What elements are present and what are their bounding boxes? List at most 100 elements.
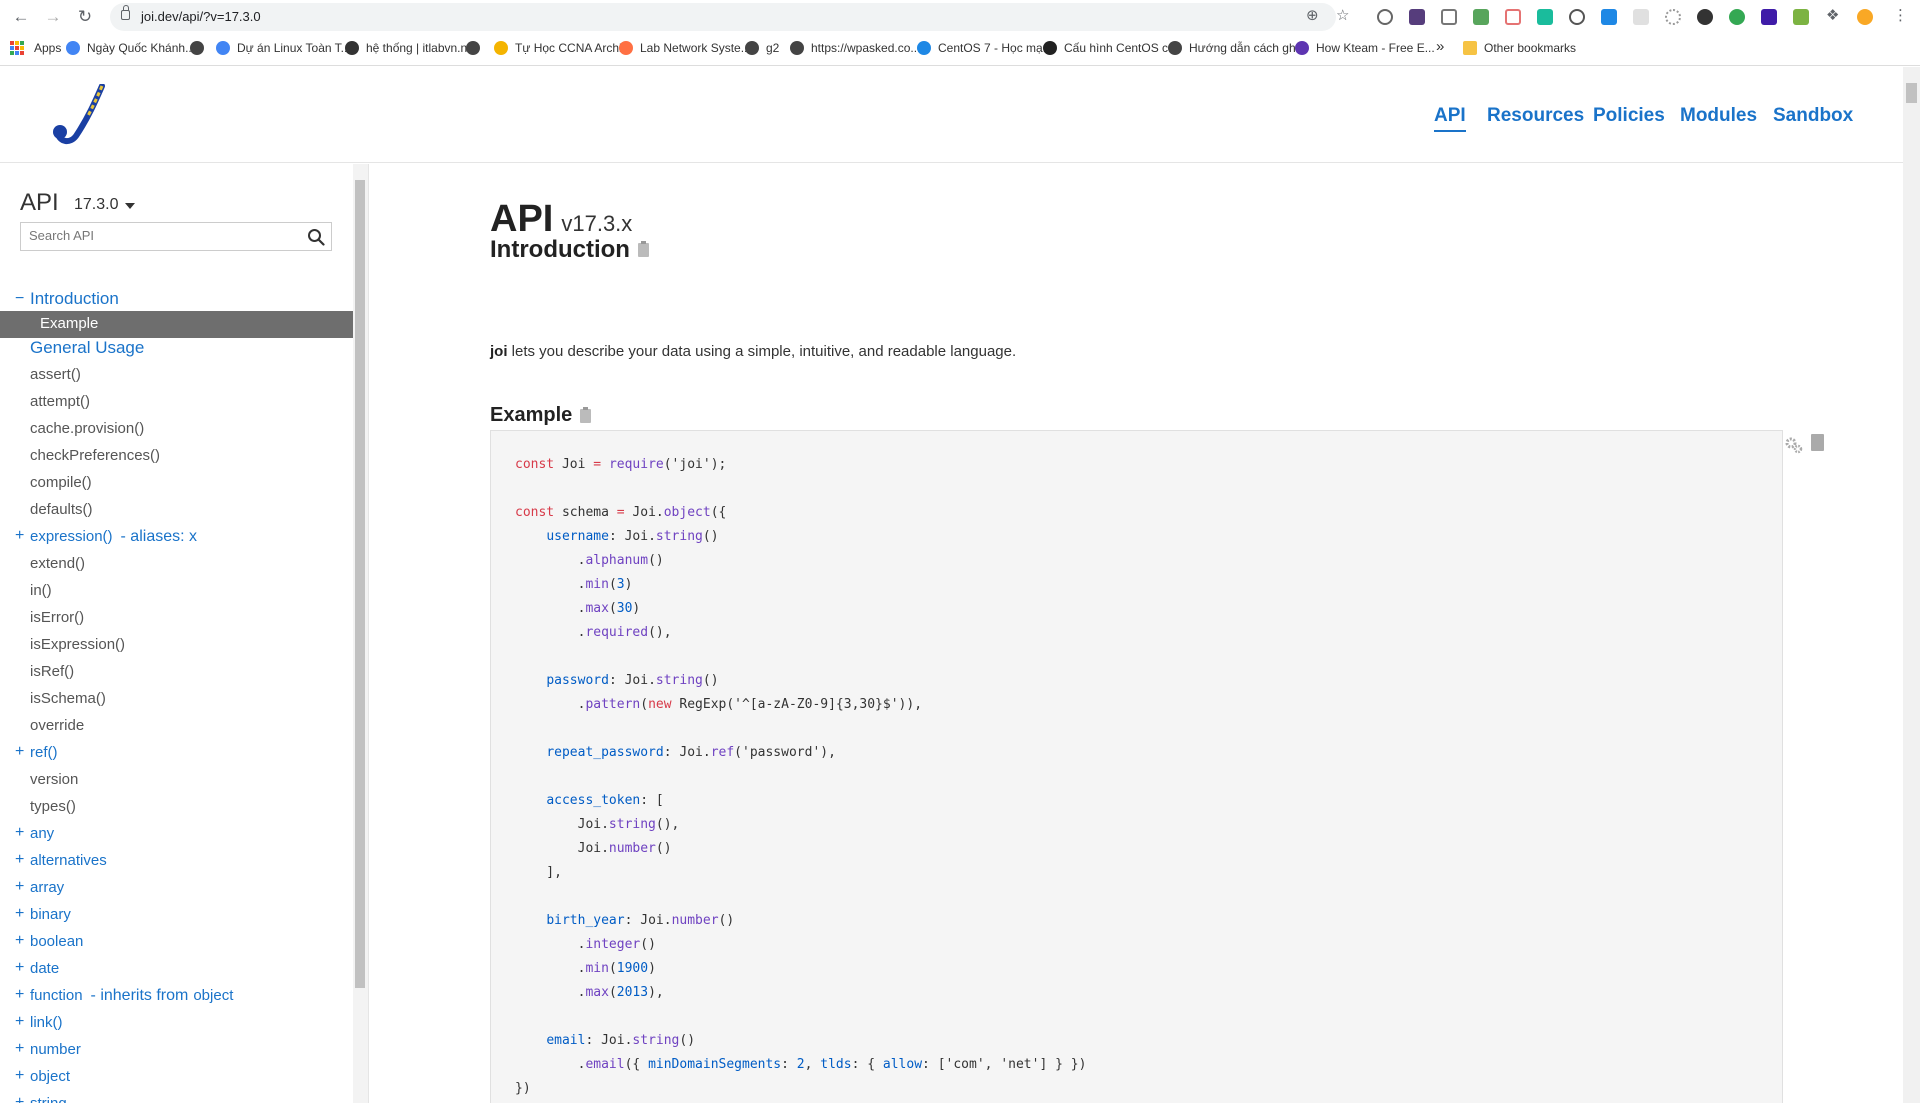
toc-item[interactable]: override	[0, 713, 353, 740]
extension-bootstrap-icon[interactable]	[1409, 9, 1425, 25]
extension-green-icon[interactable]	[1473, 9, 1489, 25]
toc-marker[interactable]: −	[15, 290, 24, 308]
extension-grid-icon[interactable]	[1441, 9, 1457, 25]
toc-item[interactable]: isExpression()	[0, 632, 353, 659]
copy-icon[interactable]	[1811, 434, 1824, 451]
address-bar[interactable]	[110, 3, 1336, 31]
other-bookmarks[interactable]: Other bookmarks	[1463, 41, 1576, 55]
extension-circle-icon[interactable]	[1569, 9, 1585, 25]
toc-item[interactable]: + date	[0, 956, 353, 983]
nav-link-resources[interactable]: Resources	[1487, 105, 1584, 127]
extension-bw-icon[interactable]	[1793, 9, 1809, 25]
toc-item[interactable]: + link()	[0, 1010, 353, 1037]
toc-item[interactable]: isSchema()	[0, 686, 353, 713]
nav-link-sandbox[interactable]: Sandbox	[1773, 105, 1853, 127]
nav-link-api[interactable]: API	[1434, 105, 1466, 132]
bookmark-item[interactable]: Hướng dẫn cách gh...	[1168, 41, 1306, 55]
forward-icon[interactable]: →	[42, 6, 64, 28]
bookmark-item[interactable]	[466, 41, 487, 55]
extension-cap-icon[interactable]	[1761, 9, 1777, 25]
toc-item[interactable]: + object	[0, 1064, 353, 1091]
toc-item[interactable]: cache.provision()	[0, 416, 353, 443]
toc-marker[interactable]: +	[15, 743, 24, 761]
extension-dots-icon[interactable]	[1665, 9, 1681, 25]
menu-kebab-icon[interactable]: ⋮	[1893, 8, 1908, 24]
toc-marker[interactable]: +	[15, 932, 24, 950]
toc-item[interactable]: in()	[0, 578, 353, 605]
toc-marker[interactable]: +	[15, 905, 24, 923]
extension-calendar-icon[interactable]	[1505, 9, 1521, 25]
bookmark-item[interactable]: g2	[745, 41, 779, 55]
toc-marker[interactable]: +	[15, 851, 24, 869]
bookmark-item[interactable]	[190, 41, 211, 55]
bookmark-item[interactable]: Apps	[10, 41, 61, 55]
version-select[interactable]: 17.3.0	[74, 196, 118, 214]
bookmark-item[interactable]: Dự án Linux Toàn T...	[216, 41, 351, 55]
toc-item[interactable]: General Usage	[0, 336, 353, 363]
toc-marker[interactable]: +	[15, 1040, 24, 1058]
toc-marker[interactable]: +	[15, 959, 24, 977]
toc-item[interactable]: + array	[0, 875, 353, 902]
page-scrollbar[interactable]	[1903, 67, 1920, 1103]
search-icon[interactable]	[307, 228, 325, 246]
extension-drop-icon[interactable]	[1601, 9, 1617, 25]
chevron-down-icon[interactable]	[125, 203, 135, 209]
back-icon[interactable]: ←	[10, 6, 32, 28]
toc-item[interactable]: isError()	[0, 605, 353, 632]
toc-item[interactable]: types()	[0, 794, 353, 821]
toc-item[interactable]: − Introduction	[0, 287, 353, 314]
toc-item[interactable]: Example	[0, 311, 353, 338]
clipboard-icon[interactable]	[637, 241, 649, 257]
settings-gear-icon[interactable]	[1783, 434, 1805, 456]
toc-item[interactable]: + any	[0, 821, 353, 848]
extension-moon-icon[interactable]	[1697, 9, 1713, 25]
extension-light-icon[interactable]	[1633, 9, 1649, 25]
toc-marker[interactable]: +	[15, 986, 24, 1004]
reload-icon[interactable]: ↻	[74, 6, 96, 28]
bookmark-item[interactable]: Tự Học CCNA Archi...	[494, 41, 632, 55]
toc-item[interactable]: + alternatives	[0, 848, 353, 875]
bookmark-item[interactable]: Lab Network Syste...	[619, 41, 751, 55]
more-bookmarks-button[interactable]: »	[1436, 38, 1444, 55]
toc-item[interactable]: + function - inherits from object	[0, 983, 353, 1010]
profile-avatar[interactable]	[1857, 9, 1873, 25]
clipboard-icon[interactable]	[580, 406, 592, 423]
toc-item[interactable]: + boolean	[0, 929, 353, 956]
toc-item[interactable]: + string	[0, 1091, 353, 1103]
nav-link-policies[interactable]: Policies	[1593, 105, 1665, 127]
extension-globe-icon[interactable]	[1377, 9, 1393, 25]
toc-item[interactable]: extend()	[0, 551, 353, 578]
nav-link-modules[interactable]: Modules	[1680, 105, 1757, 127]
sidebar-scrollbar-thumb[interactable]	[355, 180, 365, 988]
bookmark-item[interactable]: https://wpasked.co...	[790, 41, 920, 55]
toc-marker[interactable]: +	[15, 824, 24, 842]
toc-item[interactable]: + ref()	[0, 740, 353, 767]
bookmark-star-icon[interactable]: ☆	[1336, 8, 1349, 24]
toc-marker[interactable]: +	[15, 1094, 24, 1103]
toc-marker[interactable]: +	[15, 1013, 24, 1031]
toc-item[interactable]: isRef()	[0, 659, 353, 686]
toc-item[interactable]: assert()	[0, 362, 353, 389]
bookmark-item[interactable]: Cấu hình CentOS c...	[1043, 41, 1178, 55]
joi-logo[interactable]	[50, 84, 110, 146]
page-scrollbar-thumb[interactable]	[1906, 83, 1917, 103]
toc-marker[interactable]: +	[15, 1067, 24, 1085]
toc-marker[interactable]: +	[15, 878, 24, 896]
toc-item[interactable]: + number	[0, 1037, 353, 1064]
install-icon[interactable]: ⊕	[1306, 8, 1319, 24]
search-input[interactable]	[29, 228, 289, 243]
toc-item[interactable]: + expression() - aliases: x	[0, 524, 353, 551]
bookmark-item[interactable]: CentOS 7 - Học mạ...	[917, 41, 1053, 55]
toc-marker[interactable]: +	[15, 527, 24, 545]
puzzle-icon[interactable]: ❖	[1826, 8, 1839, 24]
bookmark-item[interactable]: How Kteam - Free E...	[1295, 41, 1435, 55]
toc-item[interactable]: compile()	[0, 470, 353, 497]
toc-item[interactable]: + binary	[0, 902, 353, 929]
extension-teal-icon[interactable]	[1537, 9, 1553, 25]
toc-item[interactable]: defaults()	[0, 497, 353, 524]
toc-item[interactable]: attempt()	[0, 389, 353, 416]
bookmark-item[interactable]: hệ thống | itlabvn.net	[345, 41, 477, 55]
extension-shield-icon[interactable]	[1729, 9, 1745, 25]
bookmark-item[interactable]: Ngày Quốc Khánh...	[66, 41, 195, 55]
toc-item[interactable]: version	[0, 767, 353, 794]
